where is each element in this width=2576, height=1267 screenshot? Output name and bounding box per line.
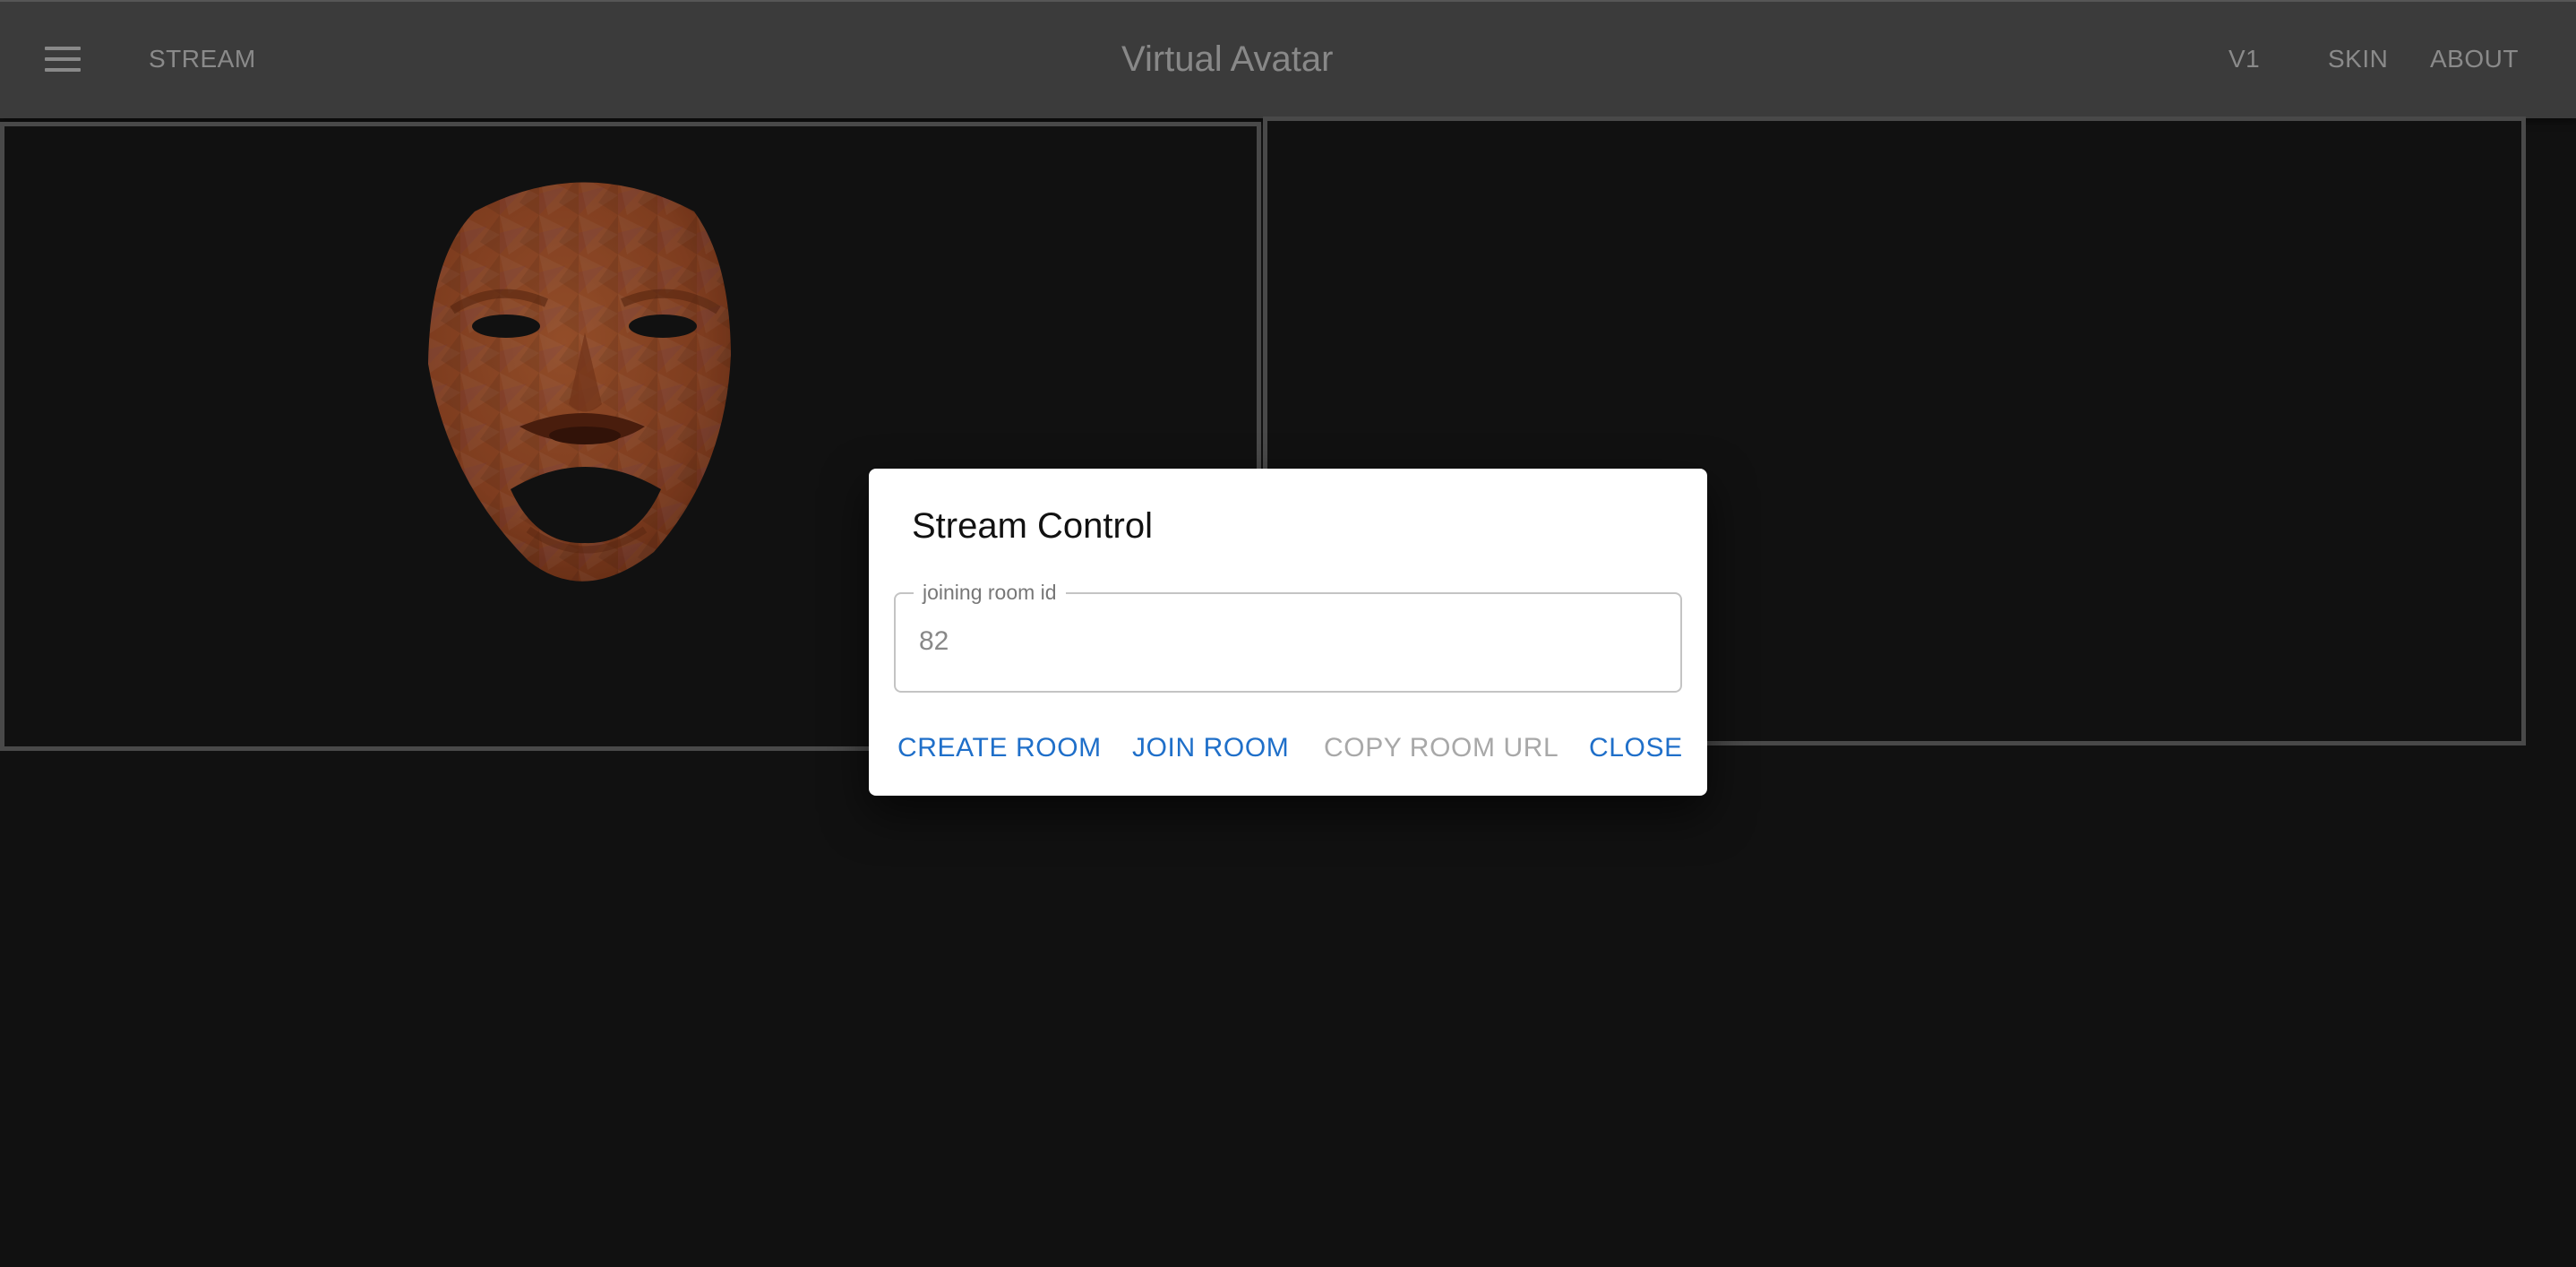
room-id-input[interactable] [919,626,1653,657]
close-button[interactable]: CLOSE [1589,733,1683,763]
stream-control-dialog: Stream Control joining room id CREATE RO… [869,469,1707,796]
join-room-button[interactable]: JOIN ROOM [1132,733,1289,763]
room-id-label: joining room id [914,581,1066,605]
room-id-field[interactable]: joining room id [894,581,1682,693]
create-room-button[interactable]: CREATE ROOM [897,733,1102,763]
dialog-title: Stream Control [912,506,1153,546]
copy-room-url-button[interactable]: COPY ROOM URL [1324,733,1558,763]
